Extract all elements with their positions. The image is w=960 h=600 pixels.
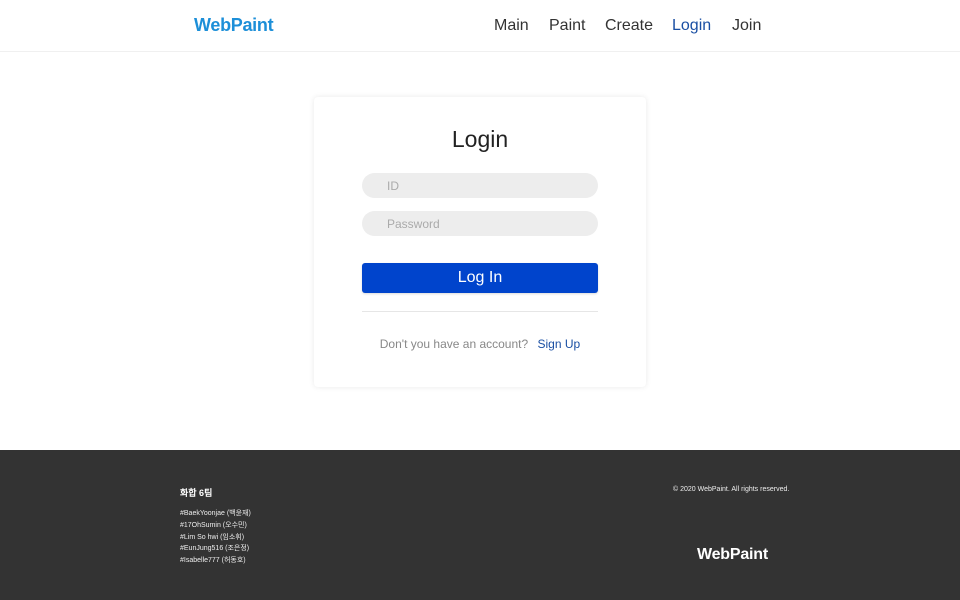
site-footer: 화합 6팀 #BaekYoonjae (백윤재) #17OhSumin (오수민… [0,450,960,600]
member-item: #Isabelle777 (허동호) [180,557,246,565]
password-input[interactable] [362,211,598,236]
nav-login[interactable]: Login [672,17,711,35]
nav-join[interactable]: Join [732,17,761,35]
login-button[interactable]: Log In [362,263,598,293]
signup-row: Don't you have an account? Sign Up [314,337,646,351]
signup-prompt: Don't you have an account? [379,337,529,351]
member-item: #17OhSumin (오수민) [180,521,247,529]
footer-logo: WebPaint [697,546,769,563]
copyright-text: © 2020 WebPaint. All rights reserved. [673,486,790,493]
login-card: Login Log In Don't you have an account? … [314,97,646,387]
divider [362,311,598,312]
site-header: WebPaint Main Paint Create Login Join [0,0,960,52]
signup-link[interactable]: Sign Up [538,337,581,351]
team-title: 화합 6팀 [180,488,213,498]
nav-create[interactable]: Create [605,17,653,35]
member-item: #Lim So hwi (임소휘) [180,533,245,541]
member-item: #BaekYoonjae (백윤재) [180,510,251,517]
nav-main[interactable]: Main [494,17,529,35]
login-title: Login [451,126,509,152]
nav-paint[interactable]: Paint [549,17,585,35]
member-list: #BaekYoonjae (백윤재) #17OhSumin (오수민) #Lim… [180,508,251,567]
id-input[interactable] [362,173,598,198]
main-nav: Main Paint Create Login Join [0,17,960,37]
member-item: #EunJung516 (조은정) [180,545,250,553]
